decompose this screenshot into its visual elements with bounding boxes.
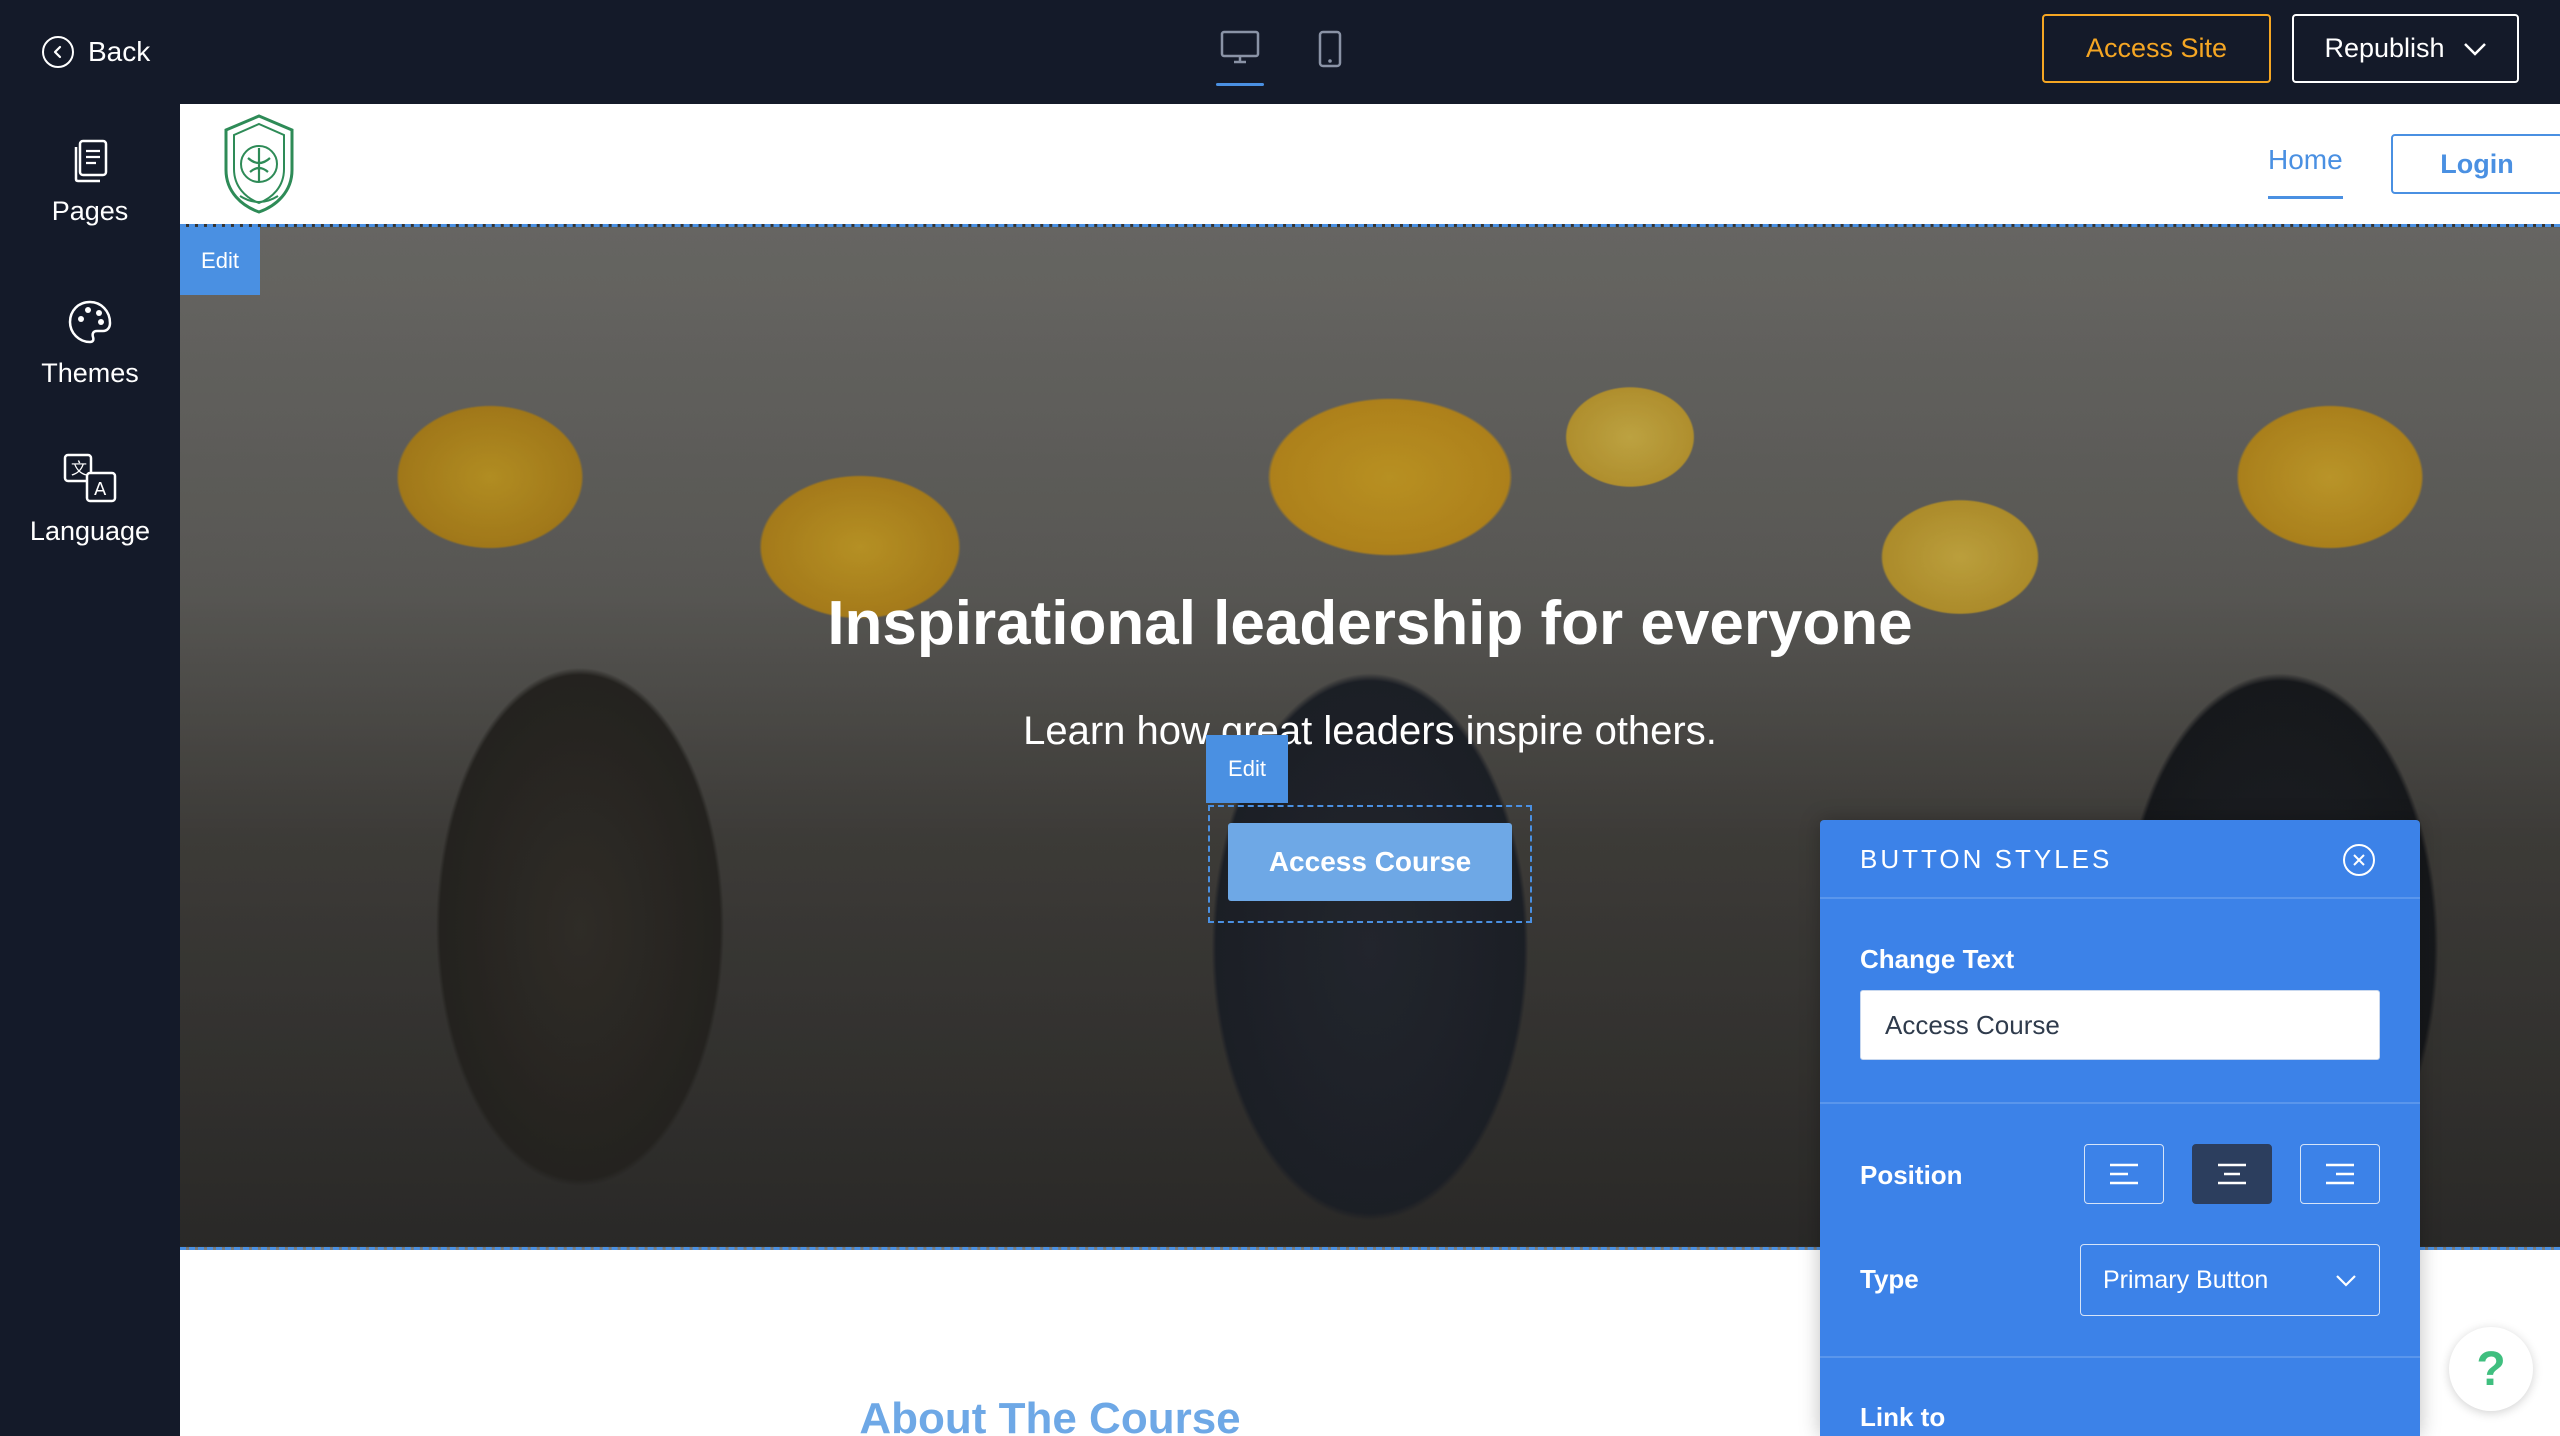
republish-button[interactable]: Republish (2292, 14, 2519, 83)
position-label: Position (1860, 1160, 1963, 1190)
sidebar-item-label: Language (29, 516, 151, 546)
desktop-icon (1220, 30, 1260, 64)
editor-topbar: Back Access Site Republish (0, 0, 2560, 104)
mobile-icon (1318, 30, 1342, 68)
panel-title: BUTTON STYLES (1860, 844, 2113, 874)
sidebar-item-themes[interactable]: Themes (0, 298, 180, 389)
translate-icon: 文A (63, 453, 117, 503)
palette-icon (68, 300, 112, 344)
svg-text:文: 文 (71, 459, 87, 478)
back-label: Back (88, 36, 151, 67)
panel-divider (1820, 1102, 2420, 1104)
back-button[interactable]: Back (42, 30, 150, 74)
button-type-value: Primary Button (2103, 1265, 2269, 1294)
change-text-input[interactable]: Access Course (1860, 990, 2380, 1060)
sidebar-item-pages[interactable]: Pages (0, 138, 180, 227)
align-right-icon (2326, 1163, 2354, 1185)
about-section-title: About The Course (859, 1394, 1241, 1436)
access-course-button[interactable]: Access Course (1228, 823, 1512, 901)
button-edit-tag[interactable]: Edit (1206, 735, 1288, 803)
link-to-label: Link to (1860, 1402, 1946, 1432)
position-right-button[interactable] (2300, 1144, 2380, 1204)
school-crest-logo (224, 114, 294, 214)
pages-icon (74, 139, 108, 183)
align-center-icon (2218, 1163, 2246, 1185)
svg-text:A: A (94, 479, 107, 500)
back-arrow-icon (42, 36, 74, 68)
sidebar-item-language[interactable]: 文A Language (0, 452, 180, 547)
position-center-button[interactable] (2192, 1144, 2272, 1204)
hero-subtitle: Learn how great leaders inspire others. (1023, 709, 1717, 753)
site-header: Home Login (180, 104, 2560, 224)
position-left-button[interactable] (2084, 1144, 2164, 1204)
panel-close-button[interactable] (2343, 844, 2375, 876)
desktop-view-button[interactable] (1214, 26, 1266, 86)
chevron-down-icon (2463, 42, 2486, 56)
panel-header: BUTTON STYLES (1820, 820, 2420, 899)
help-button[interactable]: ? (2449, 1327, 2533, 1411)
change-text-label: Change Text (1860, 944, 2015, 974)
align-left-icon (2110, 1163, 2138, 1185)
access-site-button[interactable]: Access Site (2042, 14, 2271, 83)
device-toggle (1214, 26, 1356, 86)
hero-edit-tag[interactable]: Edit (180, 227, 260, 295)
hero-title: Inspirational leadership for everyone (827, 589, 1913, 658)
nav-login-button[interactable]: Login (2391, 134, 2560, 194)
button-styles-panel: BUTTON STYLES Change Text Access Course … (1820, 820, 2420, 1436)
nav-home-link[interactable]: Home (2268, 144, 2343, 199)
sidebar-item-label: Themes (41, 358, 139, 388)
mobile-view-button[interactable] (1304, 26, 1356, 84)
type-label: Type (1860, 1264, 1919, 1294)
button-type-select[interactable]: Primary Button (2080, 1244, 2380, 1316)
close-icon (2353, 854, 2365, 866)
chevron-down-icon (2336, 1274, 2356, 1287)
panel-divider (1820, 1356, 2420, 1358)
editor-sidebar: Pages Themes 文A Language (0, 104, 180, 1436)
sidebar-item-label: Pages (51, 196, 129, 226)
republish-label: Republish (2324, 33, 2445, 63)
